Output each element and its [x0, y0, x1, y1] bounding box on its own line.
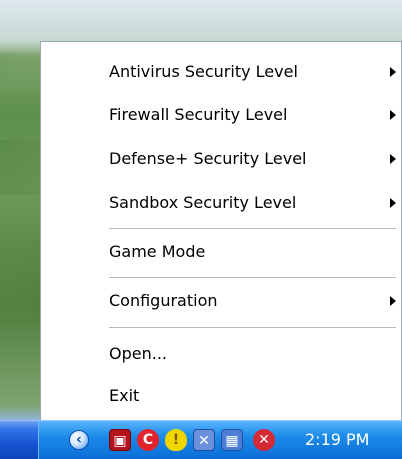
menu-item-firewall-security-level[interactable]: Firewall Security Level	[41, 99, 401, 131]
menu-item-open[interactable]: Open...	[41, 338, 401, 370]
menu-item-label: Game Mode	[109, 242, 206, 261]
menu-item-label: Sandbox Security Level	[109, 193, 297, 212]
menu-item-exit[interactable]: Exit	[41, 380, 401, 412]
menu-item-sandbox-security-level[interactable]: Sandbox Security Level	[41, 187, 401, 219]
comodo-shield-icon[interactable]: ▣	[109, 429, 131, 451]
menu-item-game-mode[interactable]: Game Mode	[41, 236, 401, 268]
submenu-arrow-icon	[390, 296, 396, 306]
submenu-arrow-icon	[390, 110, 396, 120]
menu-item-label: Configuration	[109, 291, 218, 310]
menu-separator	[109, 277, 396, 278]
menu-item-defense-security-level[interactable]: Defense+ Security Level	[41, 143, 401, 175]
network-icon[interactable]: ▦	[221, 429, 243, 451]
taskbar-clock[interactable]: 2:19 PM	[305, 421, 369, 459]
submenu-arrow-icon	[390, 67, 396, 77]
network-disconnected-icon[interactable]: ✕	[193, 429, 215, 451]
menu-item-antivirus-security-level[interactable]: Antivirus Security Level	[41, 56, 401, 88]
comodo-c-icon[interactable]: C	[137, 429, 159, 451]
menu-item-label: Firewall Security Level	[109, 105, 288, 124]
menu-item-label: Open...	[109, 344, 167, 363]
submenu-arrow-icon	[390, 154, 396, 164]
submenu-arrow-icon	[390, 198, 396, 208]
menu-item-label: Defense+ Security Level	[109, 149, 307, 168]
security-center-icon[interactable]: !	[165, 429, 187, 451]
menu-item-label: Exit	[109, 386, 140, 405]
menu-item-configuration[interactable]: Configuration	[41, 285, 401, 317]
menu-separator	[109, 327, 396, 328]
system-tray: ‹ ▣ C ! ✕ ▦ ✕ 2:19 PM	[38, 421, 402, 459]
menu-separator	[109, 228, 396, 229]
security-warning-icon[interactable]: ✕	[253, 429, 275, 451]
show-hidden-icons-button[interactable]: ‹	[69, 430, 89, 450]
tray-context-menu: Antivirus Security Level Firewall Securi…	[40, 41, 402, 421]
taskbar: ‹ ▣ C ! ✕ ▦ ✕ 2:19 PM	[0, 420, 402, 459]
menu-item-label: Antivirus Security Level	[109, 62, 298, 81]
